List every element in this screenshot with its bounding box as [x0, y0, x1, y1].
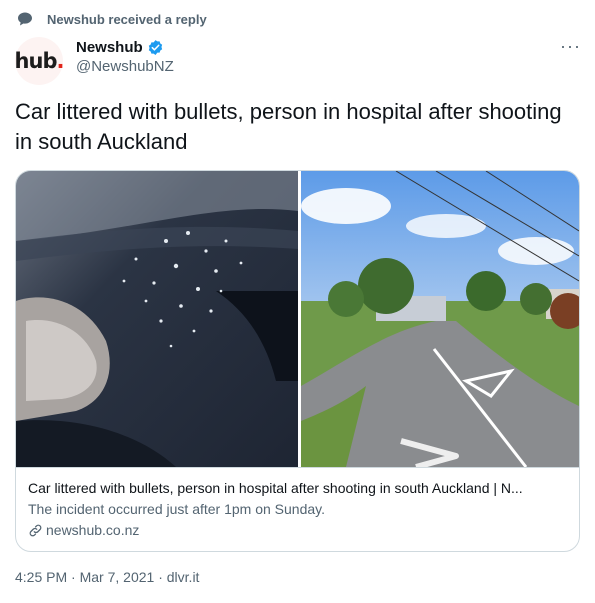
card-domain[interactable]: newshub.co.nz [46, 521, 139, 540]
speech-bubble-icon [18, 12, 32, 26]
link-card[interactable]: Car littered with bullets, person in hos… [15, 170, 580, 552]
meta-separator-1: · [67, 569, 80, 585]
reply-context: Newshub received a reply [17, 11, 207, 27]
reply-context-label: Newshub received a reply [47, 11, 207, 27]
author-name-row[interactable]: Newshub [76, 39, 174, 56]
tweet-timestamp: 4:25 PM · Mar 7, 2021 · dlvr.it [15, 569, 199, 585]
card-description: The incident occurred just after 1pm on … [28, 501, 326, 517]
avatar-logo-dot: . [56, 49, 64, 73]
street-view-photo [301, 171, 579, 467]
author-handle[interactable]: @NewshubNZ [76, 58, 174, 75]
card-body[interactable]: Car littered with bullets, person in hos… [16, 467, 579, 551]
car-damage-photo [16, 171, 298, 467]
avatar[interactable]: hub. [14, 37, 64, 85]
verified-badge-icon [148, 40, 162, 55]
author-name[interactable]: Newshub [76, 39, 143, 56]
card-title[interactable]: Car littered with bullets, person in hos… [28, 479, 567, 498]
card-media[interactable] [16, 171, 579, 467]
author-block: Newshub @NewshubNZ [76, 39, 174, 75]
link-icon [29, 524, 42, 537]
meta-separator-2: · [154, 569, 167, 585]
avatar-logo-text: hub [14, 49, 58, 73]
tweet-source[interactable]: dlvr.it [167, 569, 200, 585]
tweet-text: Car littered with bullets, person in hos… [15, 99, 562, 154]
tweet-time[interactable]: 4:25 PM [15, 569, 67, 585]
more-options-icon[interactable]: ··· [560, 37, 581, 55]
card-domain-row[interactable]: newshub.co.nz [28, 521, 567, 540]
tweet-date[interactable]: Mar 7, 2021 [80, 569, 155, 585]
